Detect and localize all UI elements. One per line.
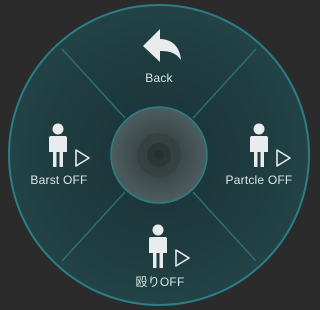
partcle-label[interactable]: Partcle OFF — [226, 173, 293, 187]
radial-menu: Back Barst OFF Partcle OFF 殴りOFF — [0, 0, 315, 310]
center-hub-icon[interactable] — [110, 106, 208, 204]
barst-label[interactable]: Barst OFF — [30, 173, 87, 187]
back-label[interactable]: Back — [145, 71, 172, 85]
naguri-label[interactable]: 殴りOFF — [136, 273, 185, 290]
radial-menu-wheel — [8, 4, 310, 306]
